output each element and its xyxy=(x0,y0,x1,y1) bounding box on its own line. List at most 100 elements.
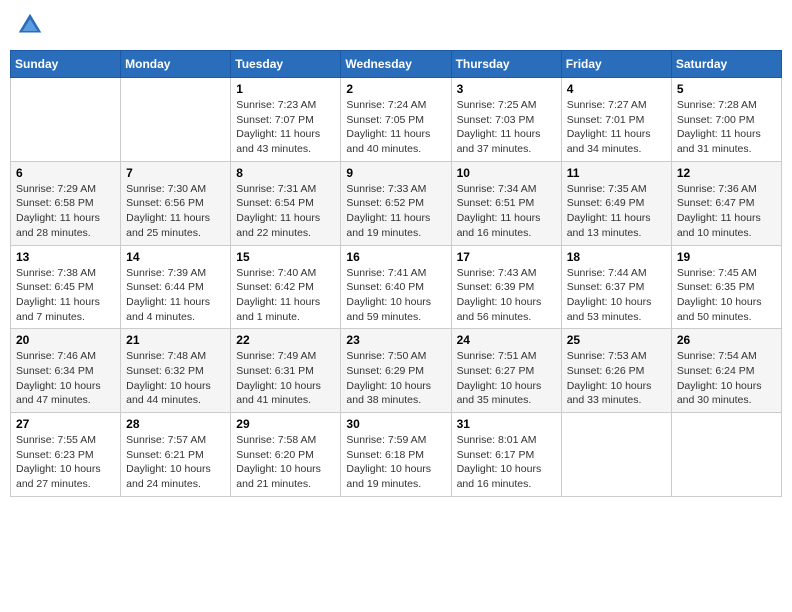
sunrise-text: Sunrise: 7:35 AM xyxy=(567,183,647,195)
sunset-text: Sunset: 6:54 PM xyxy=(236,197,314,209)
day-info: Sunrise: 7:48 AM Sunset: 6:32 PM Dayligh… xyxy=(126,349,225,408)
sunset-text: Sunset: 6:56 PM xyxy=(126,197,204,209)
calendar-cell: 30 Sunrise: 7:59 AM Sunset: 6:18 PM Dayl… xyxy=(341,413,451,497)
day-number: 9 xyxy=(346,166,445,180)
day-number: 5 xyxy=(677,82,776,96)
sunset-text: Sunset: 6:39 PM xyxy=(457,281,535,293)
daylight-text: Daylight: 10 hours and 44 minutes. xyxy=(126,380,211,407)
calendar-cell: 18 Sunrise: 7:44 AM Sunset: 6:37 PM Dayl… xyxy=(561,245,671,329)
sunset-text: Sunset: 6:21 PM xyxy=(126,449,204,461)
daylight-text: Daylight: 10 hours and 21 minutes. xyxy=(236,463,321,490)
sunset-text: Sunset: 6:37 PM xyxy=(567,281,645,293)
sunrise-text: Sunrise: 7:40 AM xyxy=(236,267,316,279)
calendar-week-row: 20 Sunrise: 7:46 AM Sunset: 6:34 PM Dayl… xyxy=(11,329,782,413)
daylight-text: Daylight: 10 hours and 24 minutes. xyxy=(126,463,211,490)
sunrise-text: Sunrise: 7:45 AM xyxy=(677,267,757,279)
day-number: 22 xyxy=(236,333,335,347)
daylight-text: Daylight: 11 hours and 13 minutes. xyxy=(567,212,651,239)
day-info: Sunrise: 7:31 AM Sunset: 6:54 PM Dayligh… xyxy=(236,182,335,241)
calendar-cell: 19 Sunrise: 7:45 AM Sunset: 6:35 PM Dayl… xyxy=(671,245,781,329)
daylight-text: Daylight: 10 hours and 35 minutes. xyxy=(457,380,542,407)
sunset-text: Sunset: 6:17 PM xyxy=(457,449,535,461)
sunrise-text: Sunrise: 7:53 AM xyxy=(567,350,647,362)
daylight-text: Daylight: 10 hours and 41 minutes. xyxy=(236,380,321,407)
sunrise-text: Sunrise: 7:43 AM xyxy=(457,267,537,279)
day-info: Sunrise: 7:44 AM Sunset: 6:37 PM Dayligh… xyxy=(567,266,666,325)
day-number: 14 xyxy=(126,250,225,264)
sunrise-text: Sunrise: 7:33 AM xyxy=(346,183,426,195)
day-number: 19 xyxy=(677,250,776,264)
sunset-text: Sunset: 6:27 PM xyxy=(457,365,535,377)
calendar-cell: 31 Sunrise: 8:01 AM Sunset: 6:17 PM Dayl… xyxy=(451,413,561,497)
sunrise-text: Sunrise: 7:38 AM xyxy=(16,267,96,279)
calendar-table: SundayMondayTuesdayWednesdayThursdayFrid… xyxy=(10,50,782,497)
sunrise-text: Sunrise: 7:54 AM xyxy=(677,350,757,362)
sunrise-text: Sunrise: 7:44 AM xyxy=(567,267,647,279)
calendar-cell: 28 Sunrise: 7:57 AM Sunset: 6:21 PM Dayl… xyxy=(121,413,231,497)
sunrise-text: Sunrise: 7:30 AM xyxy=(126,183,206,195)
sunset-text: Sunset: 6:52 PM xyxy=(346,197,424,209)
day-info: Sunrise: 7:25 AM Sunset: 7:03 PM Dayligh… xyxy=(457,98,556,157)
calendar-cell: 3 Sunrise: 7:25 AM Sunset: 7:03 PM Dayli… xyxy=(451,78,561,162)
calendar-cell: 12 Sunrise: 7:36 AM Sunset: 6:47 PM Dayl… xyxy=(671,161,781,245)
calendar-cell: 21 Sunrise: 7:48 AM Sunset: 6:32 PM Dayl… xyxy=(121,329,231,413)
daylight-text: Daylight: 10 hours and 19 minutes. xyxy=(346,463,431,490)
sunrise-text: Sunrise: 7:41 AM xyxy=(346,267,426,279)
day-number: 6 xyxy=(16,166,115,180)
day-of-week-header: Wednesday xyxy=(341,51,451,78)
sunset-text: Sunset: 6:24 PM xyxy=(677,365,755,377)
sunset-text: Sunset: 7:05 PM xyxy=(346,114,424,126)
day-number: 16 xyxy=(346,250,445,264)
daylight-text: Daylight: 11 hours and 10 minutes. xyxy=(677,212,761,239)
daylight-text: Daylight: 10 hours and 27 minutes. xyxy=(16,463,101,490)
daylight-text: Daylight: 11 hours and 37 minutes. xyxy=(457,128,541,155)
day-number: 15 xyxy=(236,250,335,264)
sunrise-text: Sunrise: 7:27 AM xyxy=(567,99,647,111)
sunrise-text: Sunrise: 7:28 AM xyxy=(677,99,757,111)
sunrise-text: Sunrise: 7:46 AM xyxy=(16,350,96,362)
calendar-week-row: 13 Sunrise: 7:38 AM Sunset: 6:45 PM Dayl… xyxy=(11,245,782,329)
daylight-text: Daylight: 10 hours and 16 minutes. xyxy=(457,463,542,490)
calendar-cell xyxy=(671,413,781,497)
day-of-week-header: Sunday xyxy=(11,51,121,78)
sunset-text: Sunset: 6:58 PM xyxy=(16,197,94,209)
day-info: Sunrise: 7:30 AM Sunset: 6:56 PM Dayligh… xyxy=(126,182,225,241)
day-info: Sunrise: 7:38 AM Sunset: 6:45 PM Dayligh… xyxy=(16,266,115,325)
day-info: Sunrise: 7:58 AM Sunset: 6:20 PM Dayligh… xyxy=(236,433,335,492)
logo xyxy=(15,10,49,40)
day-number: 3 xyxy=(457,82,556,96)
day-number: 20 xyxy=(16,333,115,347)
daylight-text: Daylight: 11 hours and 28 minutes. xyxy=(16,212,100,239)
sunset-text: Sunset: 6:29 PM xyxy=(346,365,424,377)
daylight-text: Daylight: 11 hours and 43 minutes. xyxy=(236,128,320,155)
day-number: 8 xyxy=(236,166,335,180)
sunset-text: Sunset: 7:01 PM xyxy=(567,114,645,126)
sunrise-text: Sunrise: 7:57 AM xyxy=(126,434,206,446)
page-header xyxy=(10,10,782,40)
day-info: Sunrise: 7:45 AM Sunset: 6:35 PM Dayligh… xyxy=(677,266,776,325)
sunrise-text: Sunrise: 7:50 AM xyxy=(346,350,426,362)
daylight-text: Daylight: 11 hours and 31 minutes. xyxy=(677,128,761,155)
daylight-text: Daylight: 10 hours and 38 minutes. xyxy=(346,380,431,407)
daylight-text: Daylight: 11 hours and 19 minutes. xyxy=(346,212,430,239)
sunrise-text: Sunrise: 7:29 AM xyxy=(16,183,96,195)
sunrise-text: Sunrise: 7:23 AM xyxy=(236,99,316,111)
day-number: 21 xyxy=(126,333,225,347)
calendar-cell: 14 Sunrise: 7:39 AM Sunset: 6:44 PM Dayl… xyxy=(121,245,231,329)
day-number: 4 xyxy=(567,82,666,96)
daylight-text: Daylight: 10 hours and 47 minutes. xyxy=(16,380,101,407)
calendar-cell: 22 Sunrise: 7:49 AM Sunset: 6:31 PM Dayl… xyxy=(231,329,341,413)
sunset-text: Sunset: 6:32 PM xyxy=(126,365,204,377)
calendar-cell: 7 Sunrise: 7:30 AM Sunset: 6:56 PM Dayli… xyxy=(121,161,231,245)
sunrise-text: Sunrise: 7:59 AM xyxy=(346,434,426,446)
calendar-cell: 17 Sunrise: 7:43 AM Sunset: 6:39 PM Dayl… xyxy=(451,245,561,329)
sunset-text: Sunset: 6:18 PM xyxy=(346,449,424,461)
sunrise-text: Sunrise: 7:48 AM xyxy=(126,350,206,362)
sunrise-text: Sunrise: 7:49 AM xyxy=(236,350,316,362)
calendar-cell: 20 Sunrise: 7:46 AM Sunset: 6:34 PM Dayl… xyxy=(11,329,121,413)
calendar-cell: 6 Sunrise: 7:29 AM Sunset: 6:58 PM Dayli… xyxy=(11,161,121,245)
calendar-week-row: 27 Sunrise: 7:55 AM Sunset: 6:23 PM Dayl… xyxy=(11,413,782,497)
day-number: 26 xyxy=(677,333,776,347)
sunset-text: Sunset: 6:45 PM xyxy=(16,281,94,293)
sunset-text: Sunset: 7:03 PM xyxy=(457,114,535,126)
